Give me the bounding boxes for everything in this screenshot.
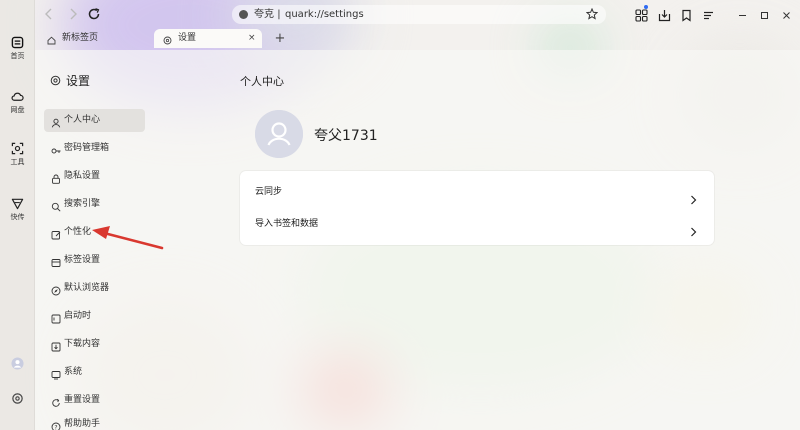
menu-item-downloads[interactable]: 下载内容 — [44, 333, 145, 356]
rail-item-send[interactable]: 快传 — [0, 197, 35, 222]
personalize-icon — [51, 227, 61, 240]
settings-title: 设置 — [50, 72, 90, 89]
rail-item-home[interactable]: 首页 — [0, 36, 35, 61]
minimize-button[interactable] — [736, 7, 749, 20]
menu-item-password[interactable]: 密码管理箱 — [44, 137, 145, 160]
section-title: 个人中心 — [240, 75, 284, 88]
svg-text:?: ? — [54, 424, 57, 430]
menu-item-default-browser[interactable]: 默认浏览器 — [44, 277, 145, 300]
menu-item-privacy[interactable]: 隐私设置 — [44, 165, 145, 188]
rail-item-label: 快传 — [10, 213, 25, 221]
tab-settings[interactable]: 设置 × — [154, 29, 262, 48]
tab-new-tab[interactable]: 新标签页 — [35, 29, 147, 48]
power-icon — [51, 311, 61, 324]
close-window-button[interactable] — [780, 7, 793, 20]
download-button[interactable] — [658, 7, 671, 22]
rail-item-cloud[interactable]: 网盘 — [0, 90, 35, 115]
menu-item-startup[interactable]: 启动时 — [44, 305, 145, 328]
help-icon: ? — [51, 419, 61, 430]
back-arrow-icon — [45, 8, 52, 20]
tab-strip: 新标签页 设置 × + — [35, 28, 800, 50]
maximize-icon — [761, 12, 768, 19]
forward-button[interactable] — [65, 6, 81, 22]
user-icon — [51, 115, 61, 128]
menu-item-help[interactable]: ? 帮助助手 — [44, 413, 145, 430]
minimize-icon — [739, 15, 746, 16]
avatar-icon — [11, 357, 24, 370]
download-tray-icon — [658, 10, 671, 22]
address-url: quark://settings — [285, 9, 364, 20]
reload-button[interactable] — [86, 6, 102, 22]
cloud-icon — [11, 90, 24, 103]
site-icon — [239, 10, 248, 19]
address-bar[interactable]: 夸克 | quark://settings — [232, 5, 606, 24]
rail-avatar[interactable] — [0, 357, 35, 372]
rail-item-label: 首页 — [10, 52, 25, 60]
rail-item-tools[interactable]: 工具 — [0, 142, 35, 167]
apps-grid-button[interactable] — [635, 5, 648, 22]
default-avatar-icon — [255, 110, 303, 158]
rail-settings[interactable] — [0, 392, 35, 407]
menu-item-search-engine[interactable]: 搜索引擎 — [44, 193, 145, 216]
tab-label: 新标签页 — [62, 33, 99, 43]
rail-item-label: 网盘 — [10, 106, 25, 114]
menu-item-system[interactable]: 系统 — [44, 361, 145, 384]
rail-item-label: 工具 — [10, 158, 25, 166]
system-icon — [51, 367, 61, 380]
tools-icon — [11, 142, 24, 155]
new-tab-button[interactable]: + — [273, 29, 287, 48]
back-button[interactable] — [41, 6, 57, 22]
search-icon — [51, 199, 61, 212]
chevron-right-icon — [689, 187, 698, 205]
bookmark-star-icon[interactable] — [585, 7, 599, 20]
grid-icon — [635, 9, 648, 22]
row-cloud-sync[interactable]: 云同步 — [240, 176, 714, 208]
settings-page: 设置 个人中心 密码管理箱 隐私设置 搜索引擎 个性化 标签设置 默认浏览器 启… — [35, 50, 800, 430]
chevron-right-icon — [689, 219, 698, 237]
bookmarks-button[interactable] — [680, 7, 693, 22]
bookmark-icon — [682, 9, 691, 22]
menu-lines-icon — [704, 11, 713, 20]
reset-icon — [51, 395, 61, 407]
row-import-bookmarks[interactable]: 导入书签和数据 — [240, 208, 714, 240]
home-icon — [47, 34, 56, 45]
forward-arrow-icon — [70, 8, 77, 20]
address-site: 夸克 | — [254, 9, 281, 20]
toolbar: 夸克 | quark://settings — [35, 0, 800, 28]
left-rail: 首页 网盘 工具 快传 — [0, 0, 35, 430]
compass-icon — [51, 283, 61, 296]
reload-icon — [88, 8, 100, 20]
gear-icon — [11, 392, 24, 405]
maximize-button[interactable] — [758, 7, 771, 20]
tab-label: 设置 — [178, 33, 197, 43]
avatar[interactable] — [255, 110, 303, 158]
menu-button[interactable] — [702, 7, 715, 20]
lock-icon — [51, 171, 61, 184]
close-icon — [783, 12, 790, 19]
gear-icon — [163, 34, 172, 45]
profile-card: 云同步 导入书签和数据 — [240, 171, 714, 245]
send-icon — [11, 197, 24, 210]
gear-icon — [50, 75, 61, 86]
menu-item-reset[interactable]: 重置设置 — [44, 389, 145, 412]
tab-close-button[interactable]: × — [248, 29, 256, 48]
menu-item-profile[interactable]: 个人中心 — [44, 109, 145, 132]
notification-dot — [644, 5, 648, 9]
username: 夸父1731 — [314, 128, 378, 144]
menu-item-personalize[interactable]: 个性化 — [44, 221, 145, 244]
download-icon — [51, 339, 61, 352]
menu-item-tabs[interactable]: 标签设置 — [44, 249, 145, 272]
tab-icon — [51, 255, 61, 267]
home-icon — [11, 36, 24, 49]
key-icon — [51, 143, 61, 154]
